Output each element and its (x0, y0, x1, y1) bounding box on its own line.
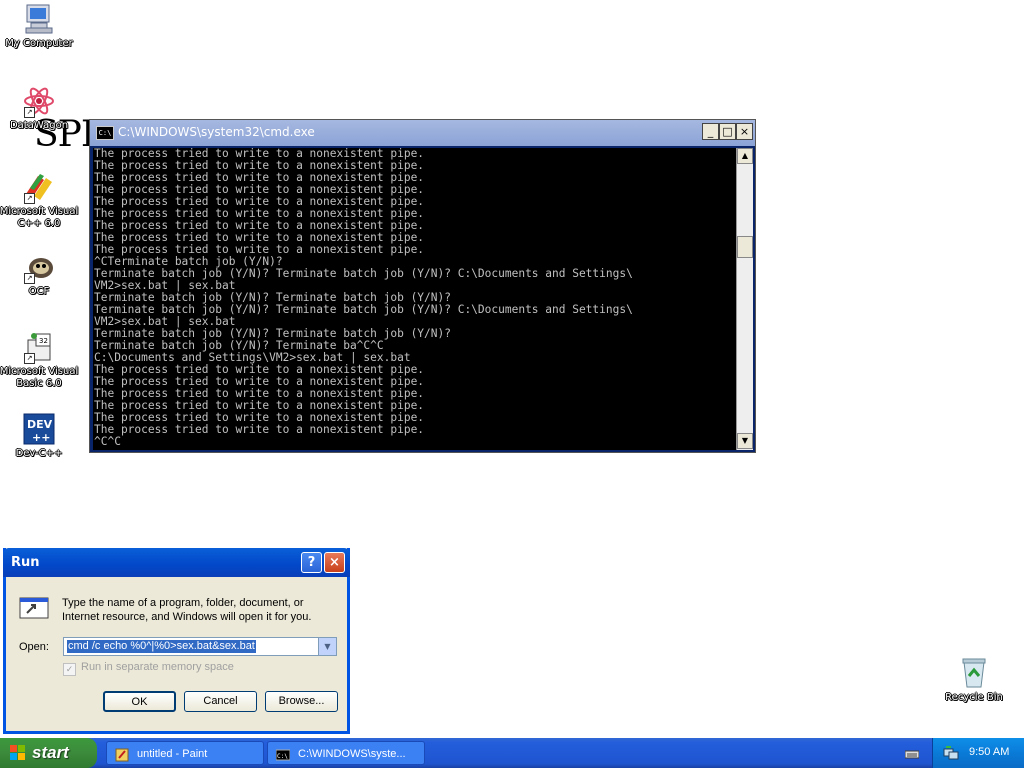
shortcut-arrow-icon: ↗ (24, 353, 35, 364)
desktop-icon-dev-cpp[interactable]: DEV ++ Dev-C++ (0, 412, 81, 460)
system-tray: 9:50 AM (932, 738, 1024, 768)
visual-basic-icon: 32 ↗ (22, 330, 56, 364)
run-description: Type the name of a program, folder, docu… (62, 597, 312, 623)
atom-icon: ↗ (22, 84, 56, 118)
scroll-down-icon[interactable]: ▼ (737, 433, 753, 449)
shortcut-arrow-icon: ↗ (24, 273, 35, 284)
desktop-icon-label: Dev-C++ (15, 448, 63, 459)
checkbox-check-icon: ✓ (63, 663, 76, 676)
console-text: The process tried to write to a nonexist… (94, 148, 633, 448)
start-label: start (32, 743, 69, 762)
desktop-icon-my-computer[interactable]: My Computer (0, 2, 81, 50)
desktop-icon-label: My Computer (5, 38, 73, 49)
ocf-icon: ↗ (22, 250, 56, 284)
help-button[interactable]: ? (301, 552, 322, 573)
desktop-icon-label: Microsoft Visual C++ 6.0 (0, 206, 79, 229)
taskbar-item-paint[interactable]: untitled - Paint (106, 741, 264, 765)
desktop-icon-recycle-bin[interactable]: Recycle Bin (932, 656, 1016, 704)
cmd-window-title: C:\WINDOWS\system32\cmd.exe (118, 125, 315, 139)
cancel-button[interactable]: Cancel (184, 691, 257, 712)
open-input-value[interactable]: cmd /c echo %0^|%0>sex.bat&sex.bat (67, 640, 256, 653)
network-icon[interactable] (943, 745, 959, 761)
run-dialog[interactable]: Run ? × Type the name of a program, fold… (3, 548, 350, 734)
scroll-thumb[interactable] (737, 236, 753, 258)
recycle-bin-icon (957, 656, 991, 690)
keyboard-icon[interactable] (904, 746, 920, 760)
browse-button[interactable]: Browse... (265, 691, 338, 712)
cmd-console-output[interactable]: The process tried to write to a nonexist… (93, 148, 736, 450)
desktop-icon-datawagon[interactable]: ↗ DataWagon (0, 84, 81, 132)
taskbar-item-cmd[interactable]: C:\ C:\WINDOWS\syste... (267, 741, 425, 765)
shortcut-arrow-icon: ↗ (24, 193, 35, 204)
cmd-window[interactable]: C:\ C:\WINDOWS\system32\cmd.exe _ □ × Th… (89, 119, 756, 453)
computer-icon (22, 2, 56, 36)
open-combobox[interactable]: cmd /c echo %0^|%0>sex.bat&sex.bat ▼ (63, 637, 337, 656)
run-program-icon (19, 595, 51, 621)
taskbar-item-label: C:\WINDOWS\syste... (298, 748, 406, 760)
windows-flag-icon (10, 745, 26, 761)
cmd-scrollbar[interactable]: ▲ ▼ (736, 148, 753, 450)
cmd-icon: C:\ (275, 747, 291, 761)
desktop-icon-ocf[interactable]: ↗ OCF (0, 250, 81, 298)
clock[interactable]: 9:50 AM (969, 746, 1009, 758)
separate-memory-checkbox: ✓ Run in separate memory space (63, 661, 234, 676)
desktop-icon-label: Recycle Bin (945, 692, 1003, 703)
maximize-button[interactable]: □ (719, 123, 736, 140)
scroll-up-icon[interactable]: ▲ (737, 148, 753, 164)
dev-cpp-icon: DEV ++ (22, 412, 56, 446)
desktop-icon-label: OCF (28, 286, 50, 297)
run-close-button[interactable]: × (324, 552, 345, 573)
chevron-down-icon[interactable]: ▼ (318, 638, 336, 655)
run-title-bar[interactable]: Run ? × (3, 548, 350, 577)
ok-button[interactable]: OK (103, 691, 176, 712)
desktop-icon-visual-basic[interactable]: 32 ↗ Microsoft Visual Basic 6.0 (0, 330, 81, 390)
checkbox-label: Run in separate memory space (81, 661, 234, 673)
cmd-icon: C:\ (96, 126, 114, 140)
shortcut-arrow-icon: ↗ (24, 107, 35, 118)
cmd-title-bar[interactable]: C:\ C:\WINDOWS\system32\cmd.exe _ □ × (90, 120, 755, 146)
svg-text:DEV: DEV (27, 418, 53, 431)
start-button[interactable]: start (0, 738, 97, 768)
minimize-button[interactable]: _ (702, 123, 719, 140)
svg-text:32: 32 (39, 337, 48, 345)
desktop-icon-visual-cpp[interactable]: ↗ Microsoft Visual C++ 6.0 (0, 170, 81, 230)
desktop-icon-label: DataWagon (9, 120, 69, 131)
desktop-icon-label: Microsoft Visual Basic 6.0 (0, 366, 79, 389)
svg-text:++: ++ (32, 431, 50, 444)
visual-cpp-icon: ↗ (22, 170, 56, 204)
taskbar-item-label: untitled - Paint (137, 748, 208, 760)
paint-icon (115, 747, 129, 762)
open-label: Open: (19, 641, 49, 653)
run-dialog-title: Run (11, 555, 40, 570)
svg-text:C:\: C:\ (277, 753, 288, 760)
taskbar: start untitled - Paint C:\ C:\WINDOWS\sy… (0, 738, 1024, 768)
close-button[interactable]: × (736, 123, 753, 140)
